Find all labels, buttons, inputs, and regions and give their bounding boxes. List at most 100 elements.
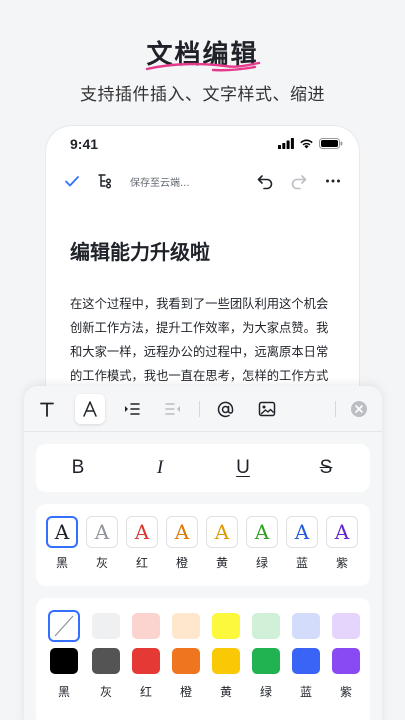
toolbar-divider <box>335 401 336 417</box>
text-color-button[interactable] <box>75 394 105 424</box>
toolbar-divider <box>199 401 200 417</box>
battery-icon <box>319 138 343 149</box>
image-button[interactable] <box>252 394 282 424</box>
redo-icon <box>291 175 307 190</box>
background-light-gray-swatch[interactable] <box>92 613 120 639</box>
text-color-swatch: A <box>126 516 158 548</box>
color-label: 紫 <box>335 556 348 570</box>
redo-button[interactable] <box>290 170 308 192</box>
color-label: 橙 <box>175 556 188 570</box>
outline-tree-icon <box>98 174 111 189</box>
indent-increase-button[interactable] <box>117 394 147 424</box>
color-label: 红 <box>135 556 148 570</box>
body-line: 的工作模式，我也一直在思考，怎样的工作方式 <box>70 369 329 383</box>
text-color-swatch: A <box>166 516 198 548</box>
text-color-orange[interactable]: A 橙 <box>164 516 200 571</box>
format-toolbar <box>24 386 382 432</box>
background-light-red-swatch[interactable] <box>132 613 160 639</box>
background-light-orange-swatch[interactable] <box>172 613 200 639</box>
text-color-swatch: A <box>286 516 318 548</box>
color-label: 灰 <box>99 685 112 699</box>
status-time: 9:41 <box>70 136 99 152</box>
indent-decrease-icon <box>165 403 180 415</box>
text-color-black[interactable]: A 黑 <box>44 516 80 571</box>
color-label: 黄 <box>215 556 228 570</box>
italic-button[interactable]: I <box>140 456 180 480</box>
body-line: 在这个过程中，我看到了一些团队利用这个机会 <box>70 297 329 311</box>
cellular-signal-icon <box>278 138 294 149</box>
text-color-green[interactable]: A 绿 <box>244 516 280 571</box>
text-color-swatch: A <box>206 516 238 548</box>
undo-button[interactable] <box>256 170 274 192</box>
document-title[interactable]: 编辑能力升级啦 <box>70 236 210 265</box>
text-type-icon <box>40 402 54 417</box>
close-panel-button[interactable] <box>344 394 374 424</box>
body-line: 和大家一样，远程办公的过程中，远离原本日常 <box>70 345 329 359</box>
color-label: 蓝 <box>299 685 312 699</box>
underline-button[interactable]: U <box>223 456 263 480</box>
text-color-gray[interactable]: A 灰 <box>84 516 120 571</box>
background-black-swatch[interactable] <box>50 648 78 674</box>
text-style-card: B I U S <box>36 444 370 492</box>
close-circle-icon <box>351 401 367 417</box>
undo-icon <box>257 175 273 190</box>
indent-increase-icon <box>125 403 140 415</box>
document-body[interactable]: 在这个过程中，我看到了一些团队利用这个机会 创新工作方法，提升工作效率，为大家点… <box>70 292 340 388</box>
background-none-swatch[interactable] <box>48 610 80 642</box>
background-blue-swatch[interactable] <box>292 648 320 674</box>
color-label: 绿 <box>259 685 272 699</box>
mention-button[interactable] <box>210 394 240 424</box>
text-color-icon <box>83 401 97 417</box>
text-color-card: A 黑 A 灰 A 红 A 橙 A 黄 A 绿 A 蓝 A 紫 <box>36 504 370 586</box>
status-bar: 9:41 <box>46 126 359 162</box>
text-color-swatch: A <box>86 516 118 548</box>
promo-subtitle: 支持插件插入、文字样式、缩进 <box>80 85 325 105</box>
wifi-icon <box>300 139 313 149</box>
save-status: 保存至云端... <box>130 178 190 189</box>
text-color-yellow[interactable]: A 黄 <box>204 516 240 571</box>
format-panel: B I U S A 黑 A 灰 A 红 A 橙 A 黄 A 绿 A 蓝 A 紫 … <box>24 386 382 720</box>
text-color-purple[interactable]: A 紫 <box>324 516 360 571</box>
background-green-swatch[interactable] <box>252 648 280 674</box>
more-horizontal-icon <box>326 179 340 183</box>
text-color-blue[interactable]: A 蓝 <box>284 516 320 571</box>
image-icon <box>258 401 276 417</box>
background-light-blue-swatch[interactable] <box>292 613 320 639</box>
color-label: 橙 <box>179 685 192 699</box>
background-yellow-swatch[interactable] <box>212 648 240 674</box>
color-label: 紫 <box>339 685 352 699</box>
text-color-swatch: A <box>46 516 78 548</box>
color-label: 蓝 <box>295 556 308 570</box>
color-label: 灰 <box>95 556 108 570</box>
background-color-card: 黑 灰 红 橙 黄 绿 蓝 紫 <box>36 598 370 720</box>
mention-icon <box>217 401 233 417</box>
color-label: 红 <box>139 685 152 699</box>
background-gray-swatch[interactable] <box>92 648 120 674</box>
background-red-swatch[interactable] <box>132 648 160 674</box>
outline-button[interactable] <box>96 170 114 192</box>
color-label: 绿 <box>255 556 268 570</box>
title-underline-decoration <box>145 61 261 72</box>
bold-button[interactable]: B <box>58 456 98 480</box>
strikethrough-button[interactable]: S <box>306 456 346 480</box>
color-label: 黑 <box>57 685 70 699</box>
status-icons <box>278 138 343 149</box>
color-label: 黑 <box>55 556 68 570</box>
indent-decrease-button[interactable] <box>158 394 188 424</box>
text-color-swatch: A <box>326 516 358 548</box>
color-label: 黄 <box>219 685 232 699</box>
text-type-button[interactable] <box>32 394 62 424</box>
body-line: 创新工作方法，提升工作效率，为大家点赞。我 <box>70 321 329 335</box>
more-button[interactable] <box>324 170 342 192</box>
background-purple-swatch[interactable] <box>332 648 360 674</box>
background-light-green-swatch[interactable] <box>252 613 280 639</box>
background-orange-swatch[interactable] <box>172 648 200 674</box>
text-color-swatch: A <box>246 516 278 548</box>
no-color-slash-icon <box>54 615 74 637</box>
done-button[interactable] <box>64 170 80 192</box>
editor-toolbar: 保存至云端... <box>46 166 359 196</box>
check-icon <box>65 176 79 187</box>
background-light-yellow-swatch[interactable] <box>212 613 240 639</box>
background-light-purple-swatch[interactable] <box>332 613 360 639</box>
text-color-red[interactable]: A 红 <box>124 516 160 571</box>
